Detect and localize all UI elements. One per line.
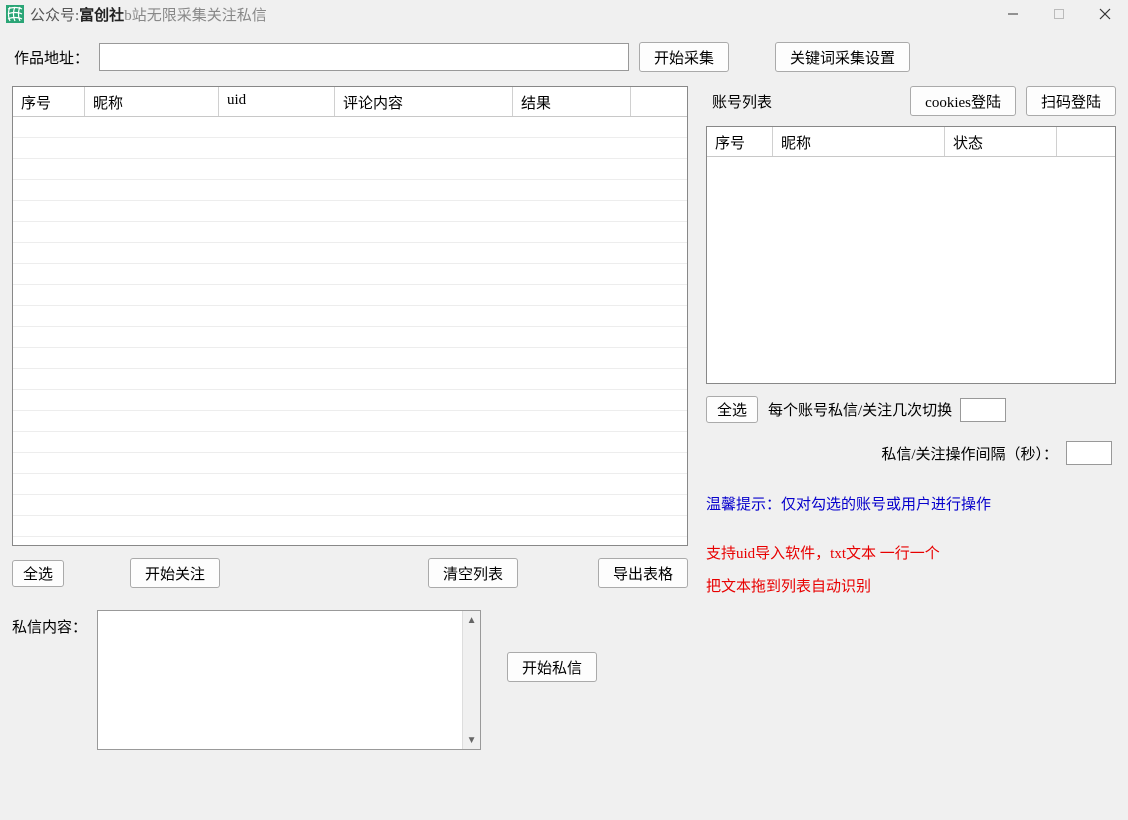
dm-scrollbar[interactable]: ▲ ▼ <box>462 611 480 749</box>
dm-label: 私信内容： <box>12 616 87 637</box>
app-icon <box>6 5 24 23</box>
table-row[interactable] <box>13 306 687 327</box>
table-row[interactable] <box>13 138 687 159</box>
table-row[interactable] <box>13 432 687 453</box>
scroll-down-icon[interactable]: ▼ <box>463 731 480 749</box>
hint-red-line1: 支持uid导入软件，txt文本 一行一个 <box>706 538 1116 571</box>
table-row[interactable] <box>13 327 687 348</box>
url-label: 作品地址： <box>14 47 89 68</box>
interval-label: 私信/关注操作间隔（秒）： <box>881 443 1058 464</box>
clear-list-button[interactable]: 清空列表 <box>428 558 518 588</box>
table-row[interactable] <box>13 117 687 138</box>
export-table-button[interactable]: 导出表格 <box>598 558 688 588</box>
keyword-settings-button[interactable]: 关键词采集设置 <box>775 42 910 72</box>
select-all-left-button[interactable]: 全选 <box>12 560 64 587</box>
dm-textarea-container: ▲ ▼ <box>97 610 481 750</box>
url-input[interactable] <box>99 43 629 71</box>
title-prefix: 公众号: <box>30 4 79 25</box>
hint-red: 支持uid导入软件，txt文本 一行一个 把文本拖到列表自动识别 <box>706 538 1116 604</box>
hint-red-line2: 把文本拖到列表自动识别 <box>706 571 1116 604</box>
accounts-table[interactable]: 序号 昵称 状态 <box>706 126 1116 384</box>
title-suffix: b站无限采集关注私信 <box>124 4 267 25</box>
acct-col-spacer <box>1057 127 1115 156</box>
close-button[interactable] <box>1082 0 1128 28</box>
table-row[interactable] <box>13 201 687 222</box>
table-row[interactable] <box>13 159 687 180</box>
table-row[interactable] <box>13 495 687 516</box>
accounts-table-header: 序号 昵称 状态 <box>707 127 1115 157</box>
switch-count-input[interactable] <box>960 398 1006 422</box>
start-dm-button[interactable]: 开始私信 <box>507 652 597 682</box>
col-spacer <box>631 87 687 116</box>
maximize-button[interactable] <box>1036 0 1082 28</box>
table-row[interactable] <box>13 390 687 411</box>
comments-table[interactable]: 序号 昵称 uid 评论内容 结果 <box>12 86 688 546</box>
table-row[interactable] <box>13 222 687 243</box>
table-row[interactable] <box>13 180 687 201</box>
table-row[interactable] <box>13 285 687 306</box>
start-collect-button[interactable]: 开始采集 <box>639 42 729 72</box>
dm-textarea[interactable] <box>98 611 462 749</box>
table-row[interactable] <box>13 516 687 537</box>
acct-col-nickname[interactable]: 昵称 <box>773 127 945 156</box>
table-row[interactable] <box>13 243 687 264</box>
account-list-title: 账号列表 <box>712 91 772 112</box>
table-row[interactable] <box>13 348 687 369</box>
hint-blue: 温馨提示：仅对勾选的账号或用户进行操作 <box>706 493 1116 514</box>
col-result[interactable]: 结果 <box>513 87 631 116</box>
scroll-up-icon[interactable]: ▲ <box>463 611 480 629</box>
start-follow-button[interactable]: 开始关注 <box>130 558 220 588</box>
col-uid[interactable]: uid <box>219 87 335 116</box>
titlebar: 公众号: 富创社 b站无限采集关注私信 <box>0 0 1128 28</box>
acct-col-seq[interactable]: 序号 <box>707 127 773 156</box>
minimize-button[interactable] <box>990 0 1036 28</box>
switch-count-label: 每个账号私信/关注几次切换 <box>768 399 952 420</box>
table-row[interactable] <box>13 264 687 285</box>
comments-table-body[interactable] <box>13 117 687 537</box>
scan-login-button[interactable]: 扫码登陆 <box>1026 86 1116 116</box>
table-row[interactable] <box>13 474 687 495</box>
col-seq[interactable]: 序号 <box>13 87 85 116</box>
select-all-right-button[interactable]: 全选 <box>706 396 758 423</box>
comments-table-header: 序号 昵称 uid 评论内容 结果 <box>13 87 687 117</box>
table-row[interactable] <box>13 453 687 474</box>
table-row[interactable] <box>13 369 687 390</box>
table-row[interactable] <box>13 411 687 432</box>
cookies-login-button[interactable]: cookies登陆 <box>910 86 1016 116</box>
col-nickname[interactable]: 昵称 <box>85 87 219 116</box>
col-comment[interactable]: 评论内容 <box>335 87 513 116</box>
title-bold: 富创社 <box>79 4 124 25</box>
acct-col-status[interactable]: 状态 <box>945 127 1057 156</box>
interval-input[interactable] <box>1066 441 1112 465</box>
